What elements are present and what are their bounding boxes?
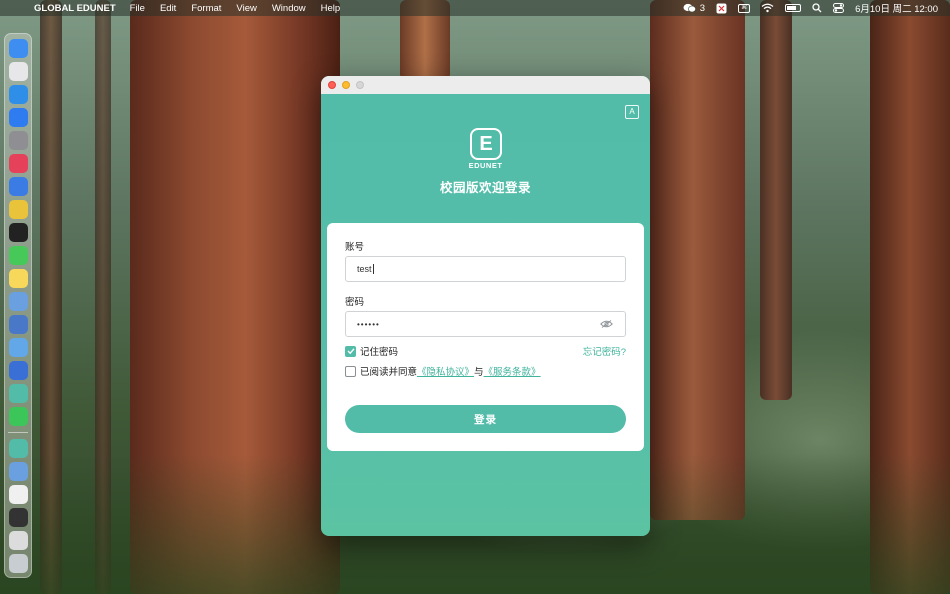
account-label: 账号: [345, 242, 365, 253]
control-center-icon[interactable]: [833, 3, 845, 13]
menu-window[interactable]: Window: [272, 3, 306, 14]
dock-notes-icon[interactable]: [8, 269, 28, 288]
battery-icon[interactable]: [785, 4, 802, 12]
agreement-row: 已阅读并同意 《隐私协议》 与 《服务条款》: [345, 364, 626, 378]
menu-edit[interactable]: Edit: [160, 3, 176, 14]
language-switch-icon[interactable]: A: [625, 105, 639, 119]
agree-prefix-text: 已阅读并同意: [360, 367, 418, 378]
menu-help[interactable]: Help: [321, 3, 341, 14]
menu-file[interactable]: File: [130, 3, 145, 14]
dock-app-store-icon[interactable]: [8, 108, 28, 127]
password-label: 密码: [345, 297, 365, 308]
dock-preview-recent-icon[interactable]: [8, 462, 28, 481]
eye-hidden-icon[interactable]: [600, 320, 613, 328]
dock: [4, 33, 32, 578]
dock-wechat-icon[interactable]: [8, 407, 28, 426]
edunet-logo-icon: E: [470, 128, 502, 160]
account-input[interactable]: test: [345, 256, 626, 282]
remember-password-checkbox[interactable]: [345, 345, 356, 357]
dock-separator: [8, 432, 28, 433]
dock-preview-icon[interactable]: [8, 292, 28, 311]
dock-messages-icon[interactable]: [8, 246, 28, 265]
tree-trunk: [650, 0, 745, 520]
checkmark-icon: [347, 348, 355, 355]
menu-view[interactable]: View: [236, 3, 256, 14]
logo-wordmark: EDUNET: [468, 161, 503, 170]
remember-row: 记住密码 忘记密码?: [345, 344, 626, 358]
wechat-status-item[interactable]: 3: [683, 3, 705, 14]
wechat-badge: 3: [699, 2, 706, 14]
dock-recents: [8, 437, 28, 575]
remember-password-label[interactable]: 记住密码: [360, 344, 398, 358]
forgot-password-link[interactable]: 忘记密码?: [583, 344, 626, 358]
login-button[interactable]: 登录: [345, 405, 626, 433]
clock[interactable]: 6月10日 周二 12:00: [855, 1, 938, 15]
dock-downloads-recent-icon[interactable]: [8, 531, 28, 550]
login-window: A E EDUNET 校园版欢迎登录 账号 test 密码 •••••• 记住密…: [321, 76, 650, 536]
wifi-icon[interactable]: [761, 3, 774, 13]
dock-mail-flag-icon[interactable]: [8, 154, 28, 173]
close-window-button[interactable]: [328, 81, 336, 89]
dock-xcode-icon[interactable]: [8, 177, 28, 196]
menu-format[interactable]: Format: [191, 3, 221, 14]
search-icon[interactable]: [812, 3, 822, 13]
privacy-policy-link[interactable]: 《隐私协议》: [417, 364, 474, 378]
tree-trunk: [760, 0, 792, 400]
dock-edunet-icon[interactable]: [8, 384, 28, 403]
menu-bar: GLOBAL EDUNET File Edit Format View Wind…: [0, 0, 950, 16]
window-titlebar[interactable]: [321, 76, 650, 94]
dock-trash-icon[interactable]: [8, 554, 28, 573]
dock-chrome-icon[interactable]: [8, 200, 28, 219]
dock-apps: [8, 37, 28, 428]
wechat-icon: [683, 3, 696, 13]
logo-letter: E: [479, 132, 493, 155]
minimize-window-button[interactable]: [342, 81, 350, 89]
agree-and-text: 与: [474, 367, 484, 378]
page-title: 校园版欢迎登录: [439, 181, 531, 195]
password-input[interactable]: ••••••: [345, 311, 626, 337]
notes-status-icon[interactable]: [716, 3, 727, 14]
dock-terminal-icon[interactable]: [8, 223, 28, 242]
dock-finder-icon[interactable]: [8, 39, 28, 58]
password-value: ••••••: [357, 319, 380, 329]
zoom-window-button[interactable]: [356, 81, 364, 89]
dock-finder-2-icon[interactable]: [8, 338, 28, 357]
dock-system-settings-icon[interactable]: [8, 131, 28, 150]
status-area: 3 ⌘ 6月10日 周二 12:00: [683, 1, 950, 15]
account-value: test: [357, 264, 372, 274]
dock-launchpad-icon[interactable]: [8, 62, 28, 81]
dock-edunet-recent-icon[interactable]: [8, 439, 28, 458]
dock-safari-icon[interactable]: [8, 85, 28, 104]
dock-screenshot-recent-icon[interactable]: [8, 508, 28, 527]
keyboard-icon[interactable]: ⌘: [738, 3, 751, 13]
terms-of-service-link[interactable]: 《服务条款》: [484, 364, 541, 378]
dock-simulator-icon[interactable]: [8, 361, 28, 380]
agree-terms-checkbox[interactable]: [345, 365, 356, 377]
app-menu[interactable]: GLOBAL EDUNET: [34, 3, 116, 14]
text-caret: [372, 264, 374, 274]
dock-document-recent-icon[interactable]: [8, 485, 28, 504]
login-card: 账号 test 密码 •••••• 记住密码 忘记密码? 已阅读并同意 《隐私协…: [327, 223, 644, 451]
dock-remote-desktop-icon[interactable]: [8, 315, 28, 334]
